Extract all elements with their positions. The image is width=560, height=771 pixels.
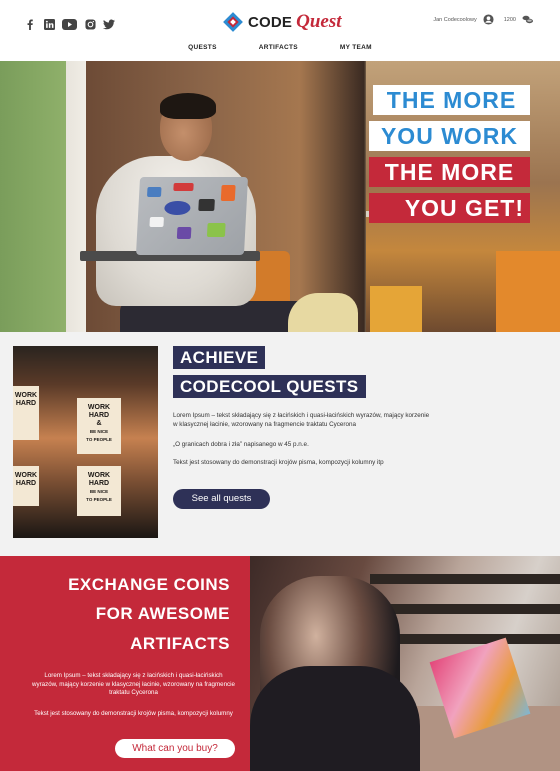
poster-text-2: HARD (88, 412, 110, 419)
instagram-icon[interactable] (84, 18, 96, 30)
poster-text-9: TO PEOPLE (86, 497, 112, 502)
logo-text-code: CODE (248, 13, 293, 31)
quests-paragraph-1: Lorem Ipsum – tekst składający się z łac… (173, 412, 430, 428)
nav-item-quests[interactable]: QUESTS (188, 44, 217, 51)
what-can-you-buy-button[interactable]: What can you buy? (115, 739, 235, 758)
hero-tagline-line-3: THE MORE (369, 157, 530, 187)
poster-text-left-4: HARD (15, 480, 37, 487)
poster-text-1: WORK (87, 404, 111, 411)
site-logo[interactable]: CODE Quest (222, 11, 342, 33)
youtube-icon[interactable] (62, 18, 77, 30)
quests-paragraph-3: Tekst jest stosowany do demonstracji kro… (173, 459, 384, 466)
record-person-sweater (250, 666, 420, 771)
social-links (24, 18, 115, 30)
hero-person-hair (160, 93, 216, 119)
poster-text-7: HARD (88, 480, 110, 487)
coin-balance: 1200 (503, 16, 516, 23)
user-avatar-icon[interactable] (483, 14, 494, 25)
hero-bag (288, 293, 358, 332)
hero-banner: THE MORE YOU WORK THE MORE YOU GET! (0, 61, 560, 332)
quests-heading-line-1: ACHIEVE (173, 346, 266, 369)
poster-text-6: WORK (87, 472, 111, 479)
artifacts-heading-line-3: ARTIFACTS (130, 634, 230, 653)
poster-text-4: BE NICE (89, 429, 109, 434)
hero-cabinet (496, 251, 560, 332)
poster-text-5: TO PEOPLE (86, 437, 112, 442)
hero-laptop (135, 177, 249, 255)
user-info: Jan Codecoolowy 1200 (433, 14, 534, 25)
user-name[interactable]: Jan Codecoolowy (433, 17, 476, 23)
coins-icon (522, 14, 534, 25)
logo-text-quest: Quest (296, 11, 342, 32)
quests-poster-image: WORK HARD WORK HARD & BE NICE TO PEOPLE … (13, 346, 158, 538)
main-nav: QUESTS ARTIFACTS MY TEAM (0, 44, 560, 51)
twitter-icon[interactable] (103, 18, 115, 30)
artifacts-heading-line-2: FOR AWESOME (95, 604, 230, 623)
facebook-icon[interactable] (24, 18, 36, 30)
hero-tagline-line-1: THE MORE (373, 85, 530, 115)
hero-tagline-line-2: YOU WORK (369, 121, 530, 151)
artifacts-heading-line-1: EXCHANGE COINS (68, 575, 230, 594)
nav-item-my-team[interactable]: MY TEAM (340, 44, 372, 51)
quests-heading-line-2: CODECOOL QUESTS (173, 375, 366, 398)
see-all-quests-button[interactable]: See all quests (173, 489, 270, 509)
artifacts-section: EXCHANGE COINS FOR AWESOME ARTIFACTS Lor… (0, 556, 250, 771)
logo-mark-icon (222, 11, 244, 33)
artifacts-paragraph-1: Lorem Ipsum – tekst składający się z łac… (32, 672, 235, 696)
poster-text-left-3: WORK (14, 472, 38, 479)
hero-bin (370, 286, 422, 332)
site-header: CODE Quest Jan Codecoolowy 1200 QUESTS A… (0, 0, 560, 60)
quests-section: WORK HARD WORK HARD & BE NICE TO PEOPLE … (0, 332, 560, 556)
poster-text-left-1: WORK (14, 392, 38, 399)
poster-text-left-2: HARD (15, 400, 37, 407)
poster-text-8: BE NICE (89, 489, 109, 494)
record-store-image (250, 556, 560, 771)
nav-item-artifacts[interactable]: ARTIFACTS (259, 44, 298, 51)
hero-tagline-line-4: YOU GET! (369, 193, 530, 223)
poster-text-3: & (96, 420, 102, 427)
quests-paragraph-2: „O granicach dobra i zła” napisanego w 4… (173, 441, 309, 448)
artifacts-paragraph-2: Tekst jest stosowany do demonstracji kro… (34, 710, 233, 717)
linkedin-icon[interactable] (43, 18, 55, 30)
